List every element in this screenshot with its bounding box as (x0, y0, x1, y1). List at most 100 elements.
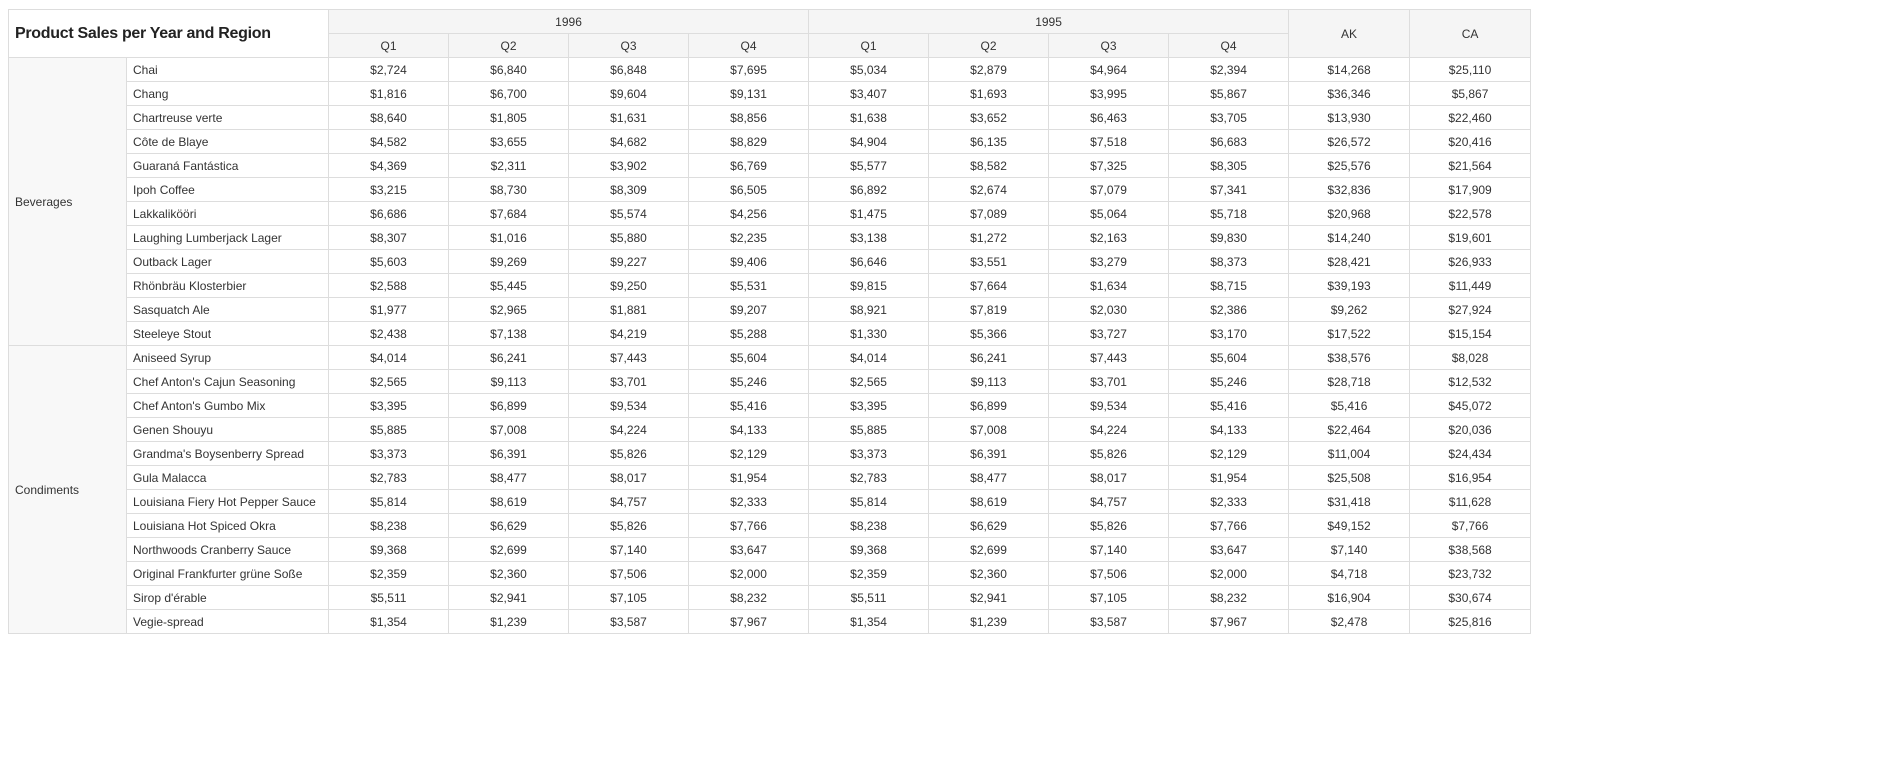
value-cell[interactable]: $2,235 (688, 225, 810, 250)
value-cell[interactable]: $4,219 (568, 321, 690, 346)
value-cell[interactable]: $7,079 (1048, 177, 1170, 202)
value-cell[interactable]: $8,307 (328, 225, 450, 250)
value-cell[interactable]: $11,004 (1288, 441, 1411, 466)
value-cell[interactable]: $2,333 (688, 489, 810, 514)
value-cell[interactable]: $4,757 (568, 489, 690, 514)
value-cell[interactable]: $5,880 (568, 225, 690, 250)
value-cell[interactable]: $5,511 (328, 585, 450, 610)
value-cell[interactable]: $4,014 (328, 345, 450, 370)
value-cell[interactable]: $20,416 (1409, 129, 1532, 154)
value-cell[interactable]: $1,634 (1048, 273, 1170, 298)
value-cell[interactable]: $3,138 (808, 225, 930, 250)
value-cell[interactable]: $4,256 (688, 201, 810, 226)
value-cell[interactable]: $5,814 (328, 489, 450, 514)
value-cell[interactable]: $7,140 (1048, 537, 1170, 562)
value-cell[interactable]: $2,588 (328, 273, 450, 298)
value-cell[interactable]: $2,783 (328, 465, 450, 490)
value-cell[interactable]: $2,438 (328, 321, 450, 346)
value-cell[interactable]: $1,631 (568, 105, 690, 130)
value-cell[interactable]: $1,475 (808, 201, 930, 226)
value-cell[interactable]: $6,899 (448, 393, 570, 418)
value-cell[interactable]: $9,227 (568, 249, 690, 274)
value-cell[interactable]: $19,601 (1409, 225, 1532, 250)
value-cell[interactable]: $7,008 (928, 417, 1050, 442)
product-cell[interactable]: Louisiana Fiery Hot Pepper Sauce (125, 489, 330, 514)
value-cell[interactable]: $2,565 (808, 369, 930, 394)
value-cell[interactable]: $7,089 (928, 201, 1050, 226)
value-cell[interactable]: $3,701 (1048, 369, 1170, 394)
product-cell[interactable]: Chef Anton's Gumbo Mix (125, 393, 330, 418)
value-cell[interactable]: $5,867 (1168, 81, 1290, 106)
value-cell[interactable]: $2,000 (1168, 561, 1290, 586)
value-cell[interactable]: $8,715 (1168, 273, 1290, 298)
value-cell[interactable]: $2,394 (1168, 57, 1290, 82)
value-cell[interactable]: $7,819 (928, 297, 1050, 322)
quarter-header-1995-q4[interactable]: Q4 (1168, 33, 1290, 58)
value-cell[interactable]: $8,619 (928, 489, 1050, 514)
value-cell[interactable]: $6,463 (1048, 105, 1170, 130)
value-cell[interactable]: $4,133 (688, 417, 810, 442)
value-cell[interactable]: $9,269 (448, 249, 570, 274)
value-cell[interactable]: $2,359 (328, 561, 450, 586)
year-header-1996[interactable]: 1996 (328, 9, 810, 34)
value-cell[interactable]: $4,904 (808, 129, 930, 154)
value-cell[interactable]: $7,138 (448, 321, 570, 346)
value-cell[interactable]: $3,395 (808, 393, 930, 418)
value-cell[interactable]: $4,224 (1048, 417, 1170, 442)
value-cell[interactable]: $11,449 (1409, 273, 1532, 298)
value-cell[interactable]: $7,766 (688, 513, 810, 538)
value-cell[interactable]: $3,407 (808, 81, 930, 106)
category-cell[interactable]: Condiments (8, 345, 127, 634)
value-cell[interactable]: $5,826 (1048, 513, 1170, 538)
value-cell[interactable]: $1,638 (808, 105, 930, 130)
value-cell[interactable]: $6,892 (808, 177, 930, 202)
value-cell[interactable]: $25,508 (1288, 465, 1411, 490)
value-cell[interactable]: $2,699 (448, 537, 570, 562)
value-cell[interactable]: $2,699 (928, 537, 1050, 562)
product-cell[interactable]: Vegie-spread (125, 609, 330, 634)
value-cell[interactable]: $9,113 (928, 369, 1050, 394)
year-header-1995[interactable]: 1995 (808, 9, 1290, 34)
value-cell[interactable]: $6,241 (928, 345, 1050, 370)
value-cell[interactable]: $8,238 (808, 513, 930, 538)
value-cell[interactable]: $7,967 (688, 609, 810, 634)
product-cell[interactable]: Louisiana Hot Spiced Okra (125, 513, 330, 538)
value-cell[interactable]: $6,391 (448, 441, 570, 466)
value-cell[interactable]: $5,826 (568, 513, 690, 538)
value-cell[interactable]: $3,279 (1048, 249, 1170, 274)
product-cell[interactable]: Ipoh Coffee (125, 177, 330, 202)
value-cell[interactable]: $5,416 (1288, 393, 1411, 418)
value-cell[interactable]: $2,333 (1168, 489, 1290, 514)
region-header-ak[interactable]: AK (1288, 9, 1411, 58)
value-cell[interactable]: $6,840 (448, 57, 570, 82)
region-header-ca[interactable]: CA (1409, 9, 1532, 58)
value-cell[interactable]: $27,924 (1409, 297, 1532, 322)
value-cell[interactable]: $17,909 (1409, 177, 1532, 202)
value-cell[interactable]: $7,105 (1048, 585, 1170, 610)
value-cell[interactable]: $1,239 (448, 609, 570, 634)
value-cell[interactable]: $2,129 (1168, 441, 1290, 466)
value-cell[interactable]: $3,395 (328, 393, 450, 418)
value-cell[interactable]: $2,724 (328, 57, 450, 82)
value-cell[interactable]: $2,030 (1048, 297, 1170, 322)
value-cell[interactable]: $8,582 (928, 153, 1050, 178)
value-cell[interactable]: $22,460 (1409, 105, 1532, 130)
value-cell[interactable]: $8,640 (328, 105, 450, 130)
value-cell[interactable]: $25,576 (1288, 153, 1411, 178)
value-cell[interactable]: $2,941 (448, 585, 570, 610)
value-cell[interactable]: $1,977 (328, 297, 450, 322)
value-cell[interactable]: $1,354 (328, 609, 450, 634)
value-cell[interactable]: $4,964 (1048, 57, 1170, 82)
value-cell[interactable]: $5,885 (808, 417, 930, 442)
value-cell[interactable]: $8,238 (328, 513, 450, 538)
value-cell[interactable]: $5,511 (808, 585, 930, 610)
value-cell[interactable]: $25,110 (1409, 57, 1532, 82)
product-cell[interactable]: Rhönbräu Klosterbier (125, 273, 330, 298)
value-cell[interactable]: $2,311 (448, 153, 570, 178)
quarter-header-1996-q4[interactable]: Q4 (688, 33, 810, 58)
value-cell[interactable]: $7,518 (1048, 129, 1170, 154)
value-cell[interactable]: $5,064 (1048, 201, 1170, 226)
value-cell[interactable]: $6,683 (1168, 129, 1290, 154)
value-cell[interactable]: $3,655 (448, 129, 570, 154)
product-cell[interactable]: Côte de Blaye (125, 129, 330, 154)
